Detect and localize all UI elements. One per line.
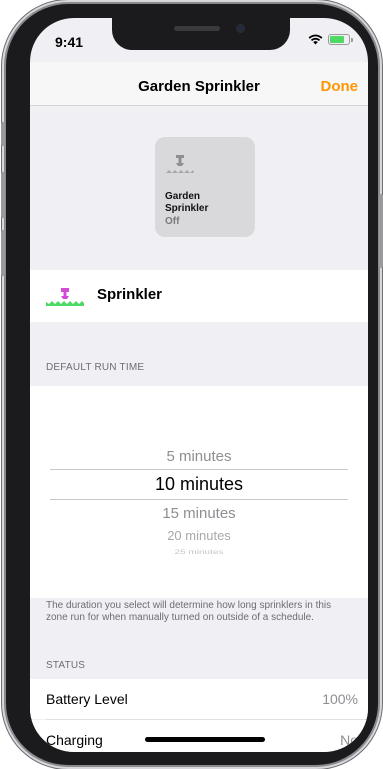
mute-switch <box>1 122 5 146</box>
battery-cap <box>351 38 353 42</box>
battery-fill <box>330 36 344 43</box>
status-header: STATUS <box>46 660 86 671</box>
front-camera <box>236 24 245 33</box>
tile-state: Off <box>165 216 180 227</box>
accessory-row[interactable]: Sprinkler <box>30 270 368 322</box>
volume-down-button <box>1 230 5 276</box>
row-label: Battery Level <box>46 691 128 707</box>
accessory-label: Sprinkler <box>97 286 163 303</box>
charging-row: Charging No <box>30 720 368 752</box>
page-title: Garden Sprinkler <box>138 78 260 95</box>
picker-option[interactable]: 25 minutes <box>30 549 368 556</box>
run-time-picker[interactable]: 5 minutes 10 minutes 15 minutes 20 minut… <box>30 386 368 598</box>
accessory-tile[interactable]: Garden Sprinkler Off <box>155 137 255 237</box>
speaker <box>174 26 220 31</box>
run-time-header: DEFAULT RUN TIME <box>46 362 145 373</box>
done-button[interactable]: Done <box>321 78 359 95</box>
picker-option[interactable]: 20 minutes <box>30 528 368 543</box>
picker-selection-top <box>50 469 348 470</box>
status-time: 9:41 <box>55 34 84 50</box>
row-label: Charging <box>46 732 103 748</box>
home-indicator[interactable] <box>145 737 265 742</box>
row-value: No <box>340 732 358 748</box>
picker-option-selected[interactable]: 10 minutes <box>30 474 368 495</box>
row-value: 100% <box>322 691 358 707</box>
volume-up-button <box>1 172 5 218</box>
status-icons <box>308 34 353 45</box>
screen: 9:41 Garden Sprinkler Done Garden Sprink… <box>30 18 368 752</box>
power-button <box>379 194 383 268</box>
navigation-bar: Garden Sprinkler Done <box>30 62 368 106</box>
run-time-description: The duration you select will determine h… <box>46 600 332 623</box>
picker-option[interactable]: 5 minutes <box>30 448 368 465</box>
tile-name: Garden Sprinkler <box>165 191 209 214</box>
picker-selection-bottom <box>50 499 348 500</box>
wifi-icon <box>308 34 323 45</box>
sprinkler-icon <box>46 288 84 306</box>
notch <box>112 18 290 50</box>
battery-charging-icon <box>328 34 353 45</box>
picker-option[interactable]: 15 minutes <box>30 505 368 522</box>
battery-level-row: Battery Level 100% <box>30 679 368 719</box>
sprinkler-icon <box>166 155 194 173</box>
